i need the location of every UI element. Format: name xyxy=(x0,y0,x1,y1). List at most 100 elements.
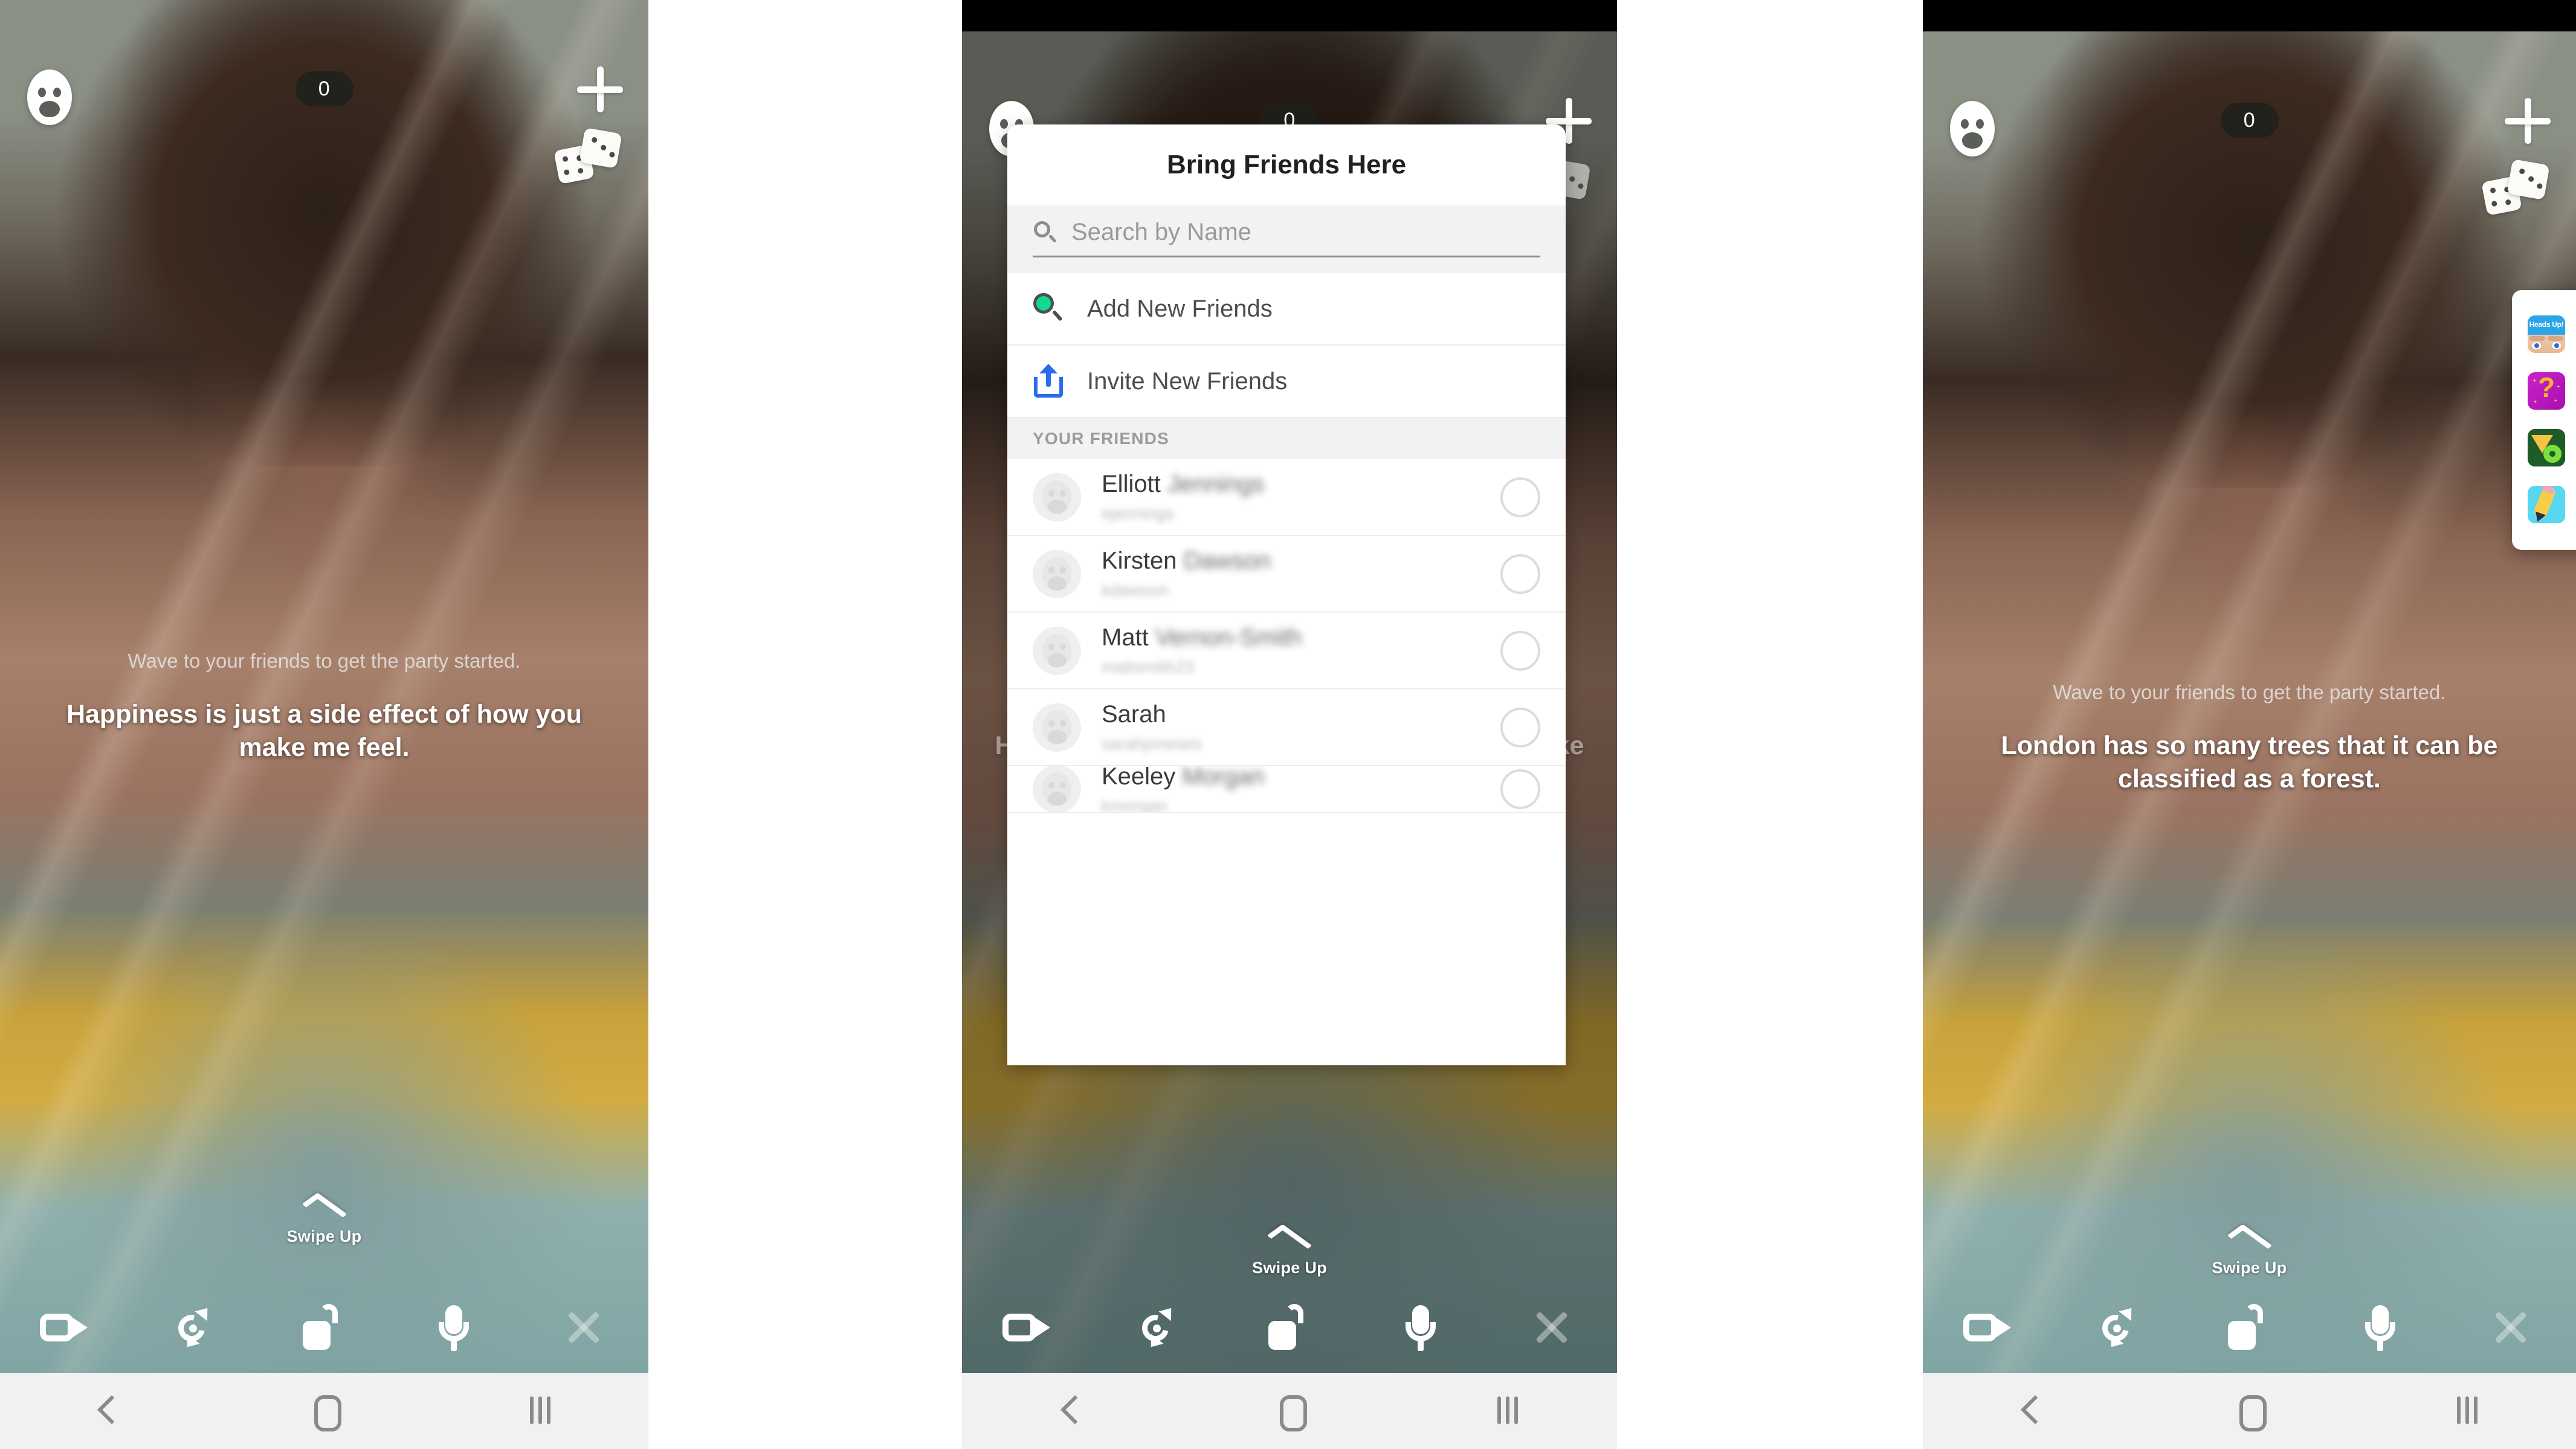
swipe-up-1[interactable]: Swipe Up xyxy=(0,1192,648,1246)
back-icon[interactable] xyxy=(1038,1387,1105,1435)
camera-preview xyxy=(0,0,648,1373)
home-icon[interactable] xyxy=(1256,1387,1323,1435)
avatar xyxy=(1033,626,1081,675)
android-nav-bar-1 xyxy=(0,1373,648,1449)
home-icon[interactable] xyxy=(2216,1387,2282,1435)
close-icon[interactable] xyxy=(557,1300,611,1355)
avatar xyxy=(1033,549,1081,598)
phone-panel-1: 0 Wave to your friends to get the party … xyxy=(0,0,648,1449)
friend-list-item[interactable]: Keeley Morgan kmorgan xyxy=(1007,766,1566,813)
friend-select-toggle[interactable] xyxy=(1500,630,1540,671)
friend-last-name: Dawson xyxy=(1183,547,1271,574)
top-bar-1: 0 xyxy=(0,0,648,185)
game-menu-item-trivia[interactable]: ? Trivia xyxy=(2512,363,2576,419)
app-screen-3: 0 Wave to your friends to get the party … xyxy=(1923,31,2576,1373)
swipe-up-label: Swipe Up xyxy=(1252,1259,1327,1277)
friend-select-toggle[interactable] xyxy=(1500,553,1540,594)
plus-icon[interactable] xyxy=(2505,98,2551,144)
plus-icon[interactable] xyxy=(577,66,623,112)
trivia-icon: ? xyxy=(2528,372,2565,410)
friend-select-toggle[interactable] xyxy=(1500,477,1540,517)
game-menu-item-quick-draw[interactable]: Quick Draw! xyxy=(2512,476,2576,533)
flip-camera-icon[interactable] xyxy=(2091,1300,2146,1355)
friend-select-toggle[interactable] xyxy=(1500,769,1540,809)
search-section: Search by Name xyxy=(1007,205,1566,273)
search-icon xyxy=(1033,219,1057,246)
dice-icon[interactable] xyxy=(2481,159,2551,216)
face-icon[interactable] xyxy=(27,69,72,125)
microphone-icon[interactable] xyxy=(2353,1300,2407,1355)
lock-open-icon[interactable] xyxy=(2222,1300,2276,1355)
status-bar xyxy=(1923,0,2576,31)
screenshot-stage: 0 Wave to your friends to get the party … xyxy=(0,0,2576,1449)
friend-list-item[interactable]: Sarah sarahjoneses xyxy=(1007,689,1566,766)
back-icon[interactable] xyxy=(1998,1387,2065,1435)
friend-select-toggle[interactable] xyxy=(1500,707,1540,747)
quick-draw-icon xyxy=(2528,486,2565,523)
phone-panel-2: 0 Wave to your friends to get the party … xyxy=(962,0,1617,1449)
chips-guac-icon xyxy=(2528,429,2565,466)
home-icon[interactable] xyxy=(291,1387,357,1435)
friend-last-name: Jennings xyxy=(1167,471,1265,497)
friend-last-name: Morgan xyxy=(1182,766,1265,790)
wave-hint-1: Wave to your friends to get the party st… xyxy=(128,650,521,672)
android-nav-bar-3 xyxy=(1923,1373,2576,1449)
participant-count-pill: 0 xyxy=(2220,103,2279,138)
face-icon[interactable] xyxy=(1950,101,1995,157)
dice-icon[interactable] xyxy=(554,127,623,185)
app-screen-1: 0 Wave to your friends to get the party … xyxy=(0,0,648,1373)
avatar xyxy=(1033,473,1081,521)
friend-first-name: Sarah xyxy=(1102,701,1166,728)
android-nav-bar-2 xyxy=(962,1373,1617,1449)
friend-list-item[interactable]: Kirsten Dawson kdawson xyxy=(1007,536,1566,613)
search-input[interactable]: Search by Name xyxy=(1033,219,1540,257)
games-menu: Heads Up! Heads Up! ? Trivia Chips and G… xyxy=(2512,290,2576,550)
invite-new-friends-button[interactable]: Invite New Friends xyxy=(1007,346,1566,418)
flip-camera-icon[interactable] xyxy=(1131,1300,1186,1355)
friend-handle: kdawson xyxy=(1102,581,1169,599)
bottom-toolbar-1 xyxy=(0,1282,648,1373)
status-bar xyxy=(962,0,1617,31)
participant-count-pill: 0 xyxy=(295,71,353,106)
friend-first-name: Kirsten xyxy=(1102,547,1177,574)
invite-new-friends-label: Invite New Friends xyxy=(1087,367,1288,395)
friend-handle: sarahjoneses xyxy=(1102,734,1202,753)
recents-icon[interactable] xyxy=(2434,1387,2500,1435)
avatar xyxy=(1033,766,1081,812)
flip-camera-icon[interactable] xyxy=(167,1300,222,1355)
close-icon[interactable] xyxy=(1525,1300,1579,1355)
video-camera-icon[interactable] xyxy=(37,1300,92,1355)
swipe-up-3[interactable]: Swipe Up xyxy=(1923,1224,2576,1277)
friend-handle: ejennings xyxy=(1102,504,1174,523)
recents-icon[interactable] xyxy=(507,1387,573,1435)
friend-handle: kmorgan xyxy=(1102,796,1167,813)
friend-first-name: Matt xyxy=(1102,624,1149,651)
microphone-icon[interactable] xyxy=(427,1300,481,1355)
heads-up-icon: Heads Up! xyxy=(2528,315,2565,353)
back-icon[interactable] xyxy=(75,1387,141,1435)
friend-list-item[interactable]: Matt Vernon-Smith mattsmith23 xyxy=(1007,613,1566,689)
phone-panel-3: 0 Wave to your friends to get the party … xyxy=(1923,0,2576,1449)
wave-hint-3: Wave to your friends to get the party st… xyxy=(2053,681,2446,703)
game-menu-item-heads-up[interactable]: Heads Up! Heads Up! xyxy=(2512,306,2576,363)
video-camera-icon[interactable] xyxy=(1961,1300,2015,1355)
close-icon[interactable] xyxy=(2484,1300,2538,1355)
modal-title: Bring Friends Here xyxy=(1166,150,1407,179)
lock-open-icon[interactable] xyxy=(297,1300,351,1355)
caption-text-3: London has so many trees that it can be … xyxy=(2001,731,2498,794)
add-new-friends-button[interactable]: Add New Friends xyxy=(1007,273,1566,346)
recents-icon[interactable] xyxy=(1474,1387,1541,1435)
lock-open-icon[interactable] xyxy=(1262,1300,1317,1355)
search-green-icon xyxy=(1033,292,1065,326)
top-bar-3: 0 xyxy=(1923,31,2576,216)
bottom-toolbar-3 xyxy=(1923,1282,2576,1373)
friend-first-name: Keeley xyxy=(1102,766,1176,790)
friend-list-item[interactable]: Elliott Jennings ejennings xyxy=(1007,459,1566,536)
bottom-toolbar-2 xyxy=(962,1282,1617,1373)
video-camera-icon[interactable] xyxy=(1000,1300,1054,1355)
friend-last-name: Vernon-Smith xyxy=(1155,624,1302,651)
share-icon xyxy=(1033,364,1065,399)
game-menu-item-chips-and-guac[interactable]: Chips and Guac xyxy=(2512,419,2576,476)
microphone-icon[interactable] xyxy=(1393,1300,1448,1355)
swipe-up-2[interactable]: Swipe Up xyxy=(962,1224,1617,1277)
